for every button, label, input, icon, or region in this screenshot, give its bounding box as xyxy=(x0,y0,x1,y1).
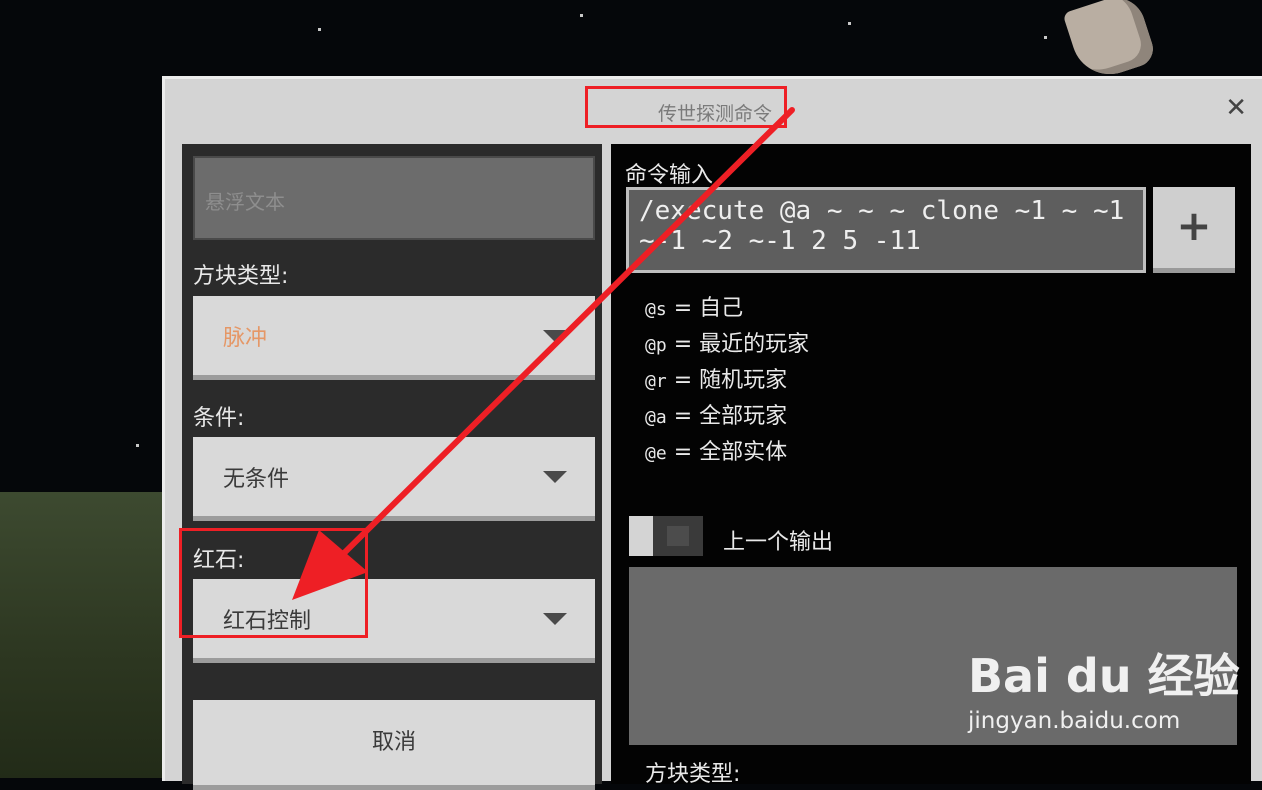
baidu-watermark: Bai du 经验 jingyan.baidu.com xyxy=(968,640,1240,734)
watermark-logo: Bai du 经验 xyxy=(968,649,1240,703)
watermark-url: jingyan.baidu.com xyxy=(968,708,1181,734)
arrow-shaft xyxy=(329,107,795,568)
